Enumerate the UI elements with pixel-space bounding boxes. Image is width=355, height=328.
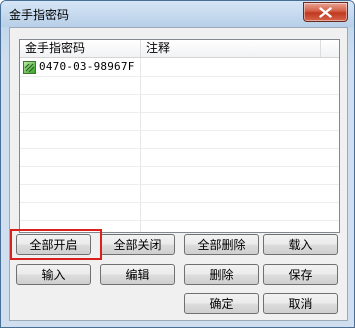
list-body: 0470-03-98967F (20, 58, 339, 232)
row-gridline (20, 184, 339, 185)
highlight-box (10, 229, 102, 260)
delete-all-button[interactable]: 全部删除 (184, 234, 259, 255)
row-gridline (20, 220, 339, 221)
column-header-note[interactable]: 注释 (141, 40, 321, 57)
close-button[interactable] (303, 2, 348, 22)
window-title: 金手指密码 (9, 8, 70, 22)
list-item[interactable]: 0470-03-98967F (20, 58, 339, 76)
load-button[interactable]: 载入 (263, 234, 338, 255)
close-icon (319, 7, 332, 18)
cancel-button[interactable]: 取消 (263, 293, 338, 314)
dialog-client-area: 金手指密码 注释 0470-03-98967F 全部开启 全部关闭 全部删除 载… (9, 27, 348, 321)
row-gridline (20, 94, 339, 95)
save-button[interactable]: 保存 (263, 264, 338, 285)
column-header-code[interactable]: 金手指密码 (20, 40, 141, 57)
cheat-code-list[interactable]: 金手指密码 注释 0470-03-98967F (19, 39, 340, 233)
cheat-code-dialog: 金手指密码 金手指密码 注释 0470-03-98967F 全部开启 全部关闭 … (0, 0, 355, 328)
cheat-code-value: 0470-03-98967F (39, 60, 135, 73)
ok-button[interactable]: 确定 (184, 293, 259, 314)
column-divider (140, 58, 141, 232)
row-gridline (20, 76, 339, 77)
row-gridline (20, 112, 339, 113)
column-header-filler (321, 40, 339, 57)
row-gridline (20, 130, 339, 131)
edit-button[interactable]: 编辑 (100, 264, 175, 285)
row-gridline (20, 148, 339, 149)
check-icon (24, 63, 35, 73)
enabled-checkbox[interactable] (23, 61, 36, 74)
disable-all-button[interactable]: 全部关闭 (100, 234, 175, 255)
title-bar[interactable]: 金手指密码 (1, 1, 354, 27)
input-button[interactable]: 输入 (16, 264, 91, 285)
list-header: 金手指密码 注释 (20, 40, 339, 58)
delete-button[interactable]: 删除 (184, 264, 259, 285)
row-gridline (20, 202, 339, 203)
row-gridline (20, 166, 339, 167)
